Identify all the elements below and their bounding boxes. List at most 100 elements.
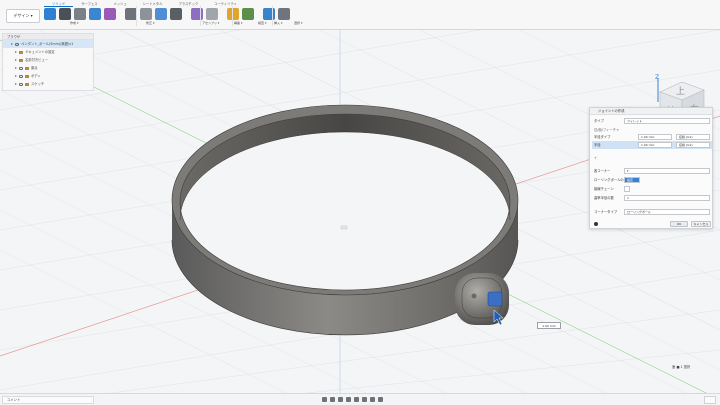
browser-item-origin[interactable]: 原点 bbox=[3, 64, 93, 72]
radius-type-label: 半径タイプ bbox=[594, 135, 611, 139]
corner-type-select[interactable]: ローリングボール bbox=[624, 209, 710, 215]
radius-label: 半径 bbox=[594, 143, 601, 147]
joint-icon[interactable] bbox=[191, 8, 203, 20]
move-icon[interactable] bbox=[170, 8, 182, 20]
revolve-icon[interactable] bbox=[89, 8, 101, 20]
browser-item-root[interactable]: ペンダント_ボール(5mm)(無題)v1 bbox=[3, 40, 93, 48]
as-built-joint-icon[interactable] bbox=[206, 8, 218, 20]
tab-solid[interactable]: ソリッド bbox=[44, 1, 74, 7]
tab-mesh[interactable]: メッシュ bbox=[105, 1, 134, 7]
group-construct[interactable]: 構築 ▾ bbox=[234, 21, 242, 25]
sweep-label: 各コーナー bbox=[594, 169, 611, 173]
folder-icon bbox=[25, 74, 29, 78]
new-component-icon[interactable] bbox=[44, 8, 56, 20]
gear-icon bbox=[19, 50, 23, 54]
expand-icon[interactable] bbox=[15, 75, 17, 77]
browser-item-sketches[interactable]: スケッチ bbox=[3, 80, 93, 88]
selection-status: 面 ■ 1 選択 bbox=[672, 365, 691, 369]
dimension-input[interactable]: 1.00 mm bbox=[537, 322, 561, 329]
fillet-dialog: ジョイントの作成 タイプ フィレット 辺/面/フィーチャ 半径タイプ 1.00 … bbox=[589, 107, 713, 229]
group-inspect[interactable]: 検査 ▾ bbox=[258, 21, 266, 25]
viewports-icon[interactable] bbox=[378, 397, 383, 402]
browser-item-label: スケッチ bbox=[31, 82, 45, 86]
toolbar-tabs: ソリッド サーフェス メッシュ シートメタル プラスチック ユーティリティ bbox=[44, 1, 245, 7]
info-icon[interactable] bbox=[594, 222, 598, 226]
plane-icon[interactable] bbox=[227, 8, 239, 20]
look-at-icon[interactable] bbox=[330, 397, 335, 402]
origin-marker bbox=[340, 225, 348, 230]
continuity-select-2[interactable]: 接線 (G1) bbox=[676, 142, 710, 148]
eye-icon[interactable] bbox=[19, 74, 23, 78]
selected-face[interactable] bbox=[487, 291, 503, 307]
select-icon[interactable] bbox=[278, 8, 290, 20]
display-settings-icon[interactable] bbox=[362, 397, 367, 402]
toolbar-divider bbox=[232, 6, 233, 26]
type-label: タイプ bbox=[594, 119, 604, 123]
radius-input[interactable]: 1.00 mm bbox=[638, 142, 672, 148]
type-select[interactable]: フィレット bbox=[624, 118, 710, 124]
hole-icon[interactable] bbox=[104, 8, 116, 20]
panel-toggle[interactable] bbox=[704, 396, 716, 404]
eye-icon[interactable] bbox=[15, 42, 19, 46]
rate-input[interactable]: 1 bbox=[624, 195, 710, 201]
tangent-label: 接線チェーン bbox=[594, 187, 614, 191]
toolbar-divider bbox=[200, 6, 201, 26]
eye-icon[interactable] bbox=[19, 66, 23, 70]
browser-item-label: 原点 bbox=[31, 66, 38, 70]
insert-image-icon[interactable] bbox=[263, 8, 275, 20]
toolbar-divider bbox=[136, 6, 137, 26]
group-assemble[interactable]: アセンブリ ▾ bbox=[202, 21, 219, 25]
group-select[interactable]: 選択 ▾ bbox=[294, 21, 302, 25]
dialog-title-text: ジョイントの作成 bbox=[598, 109, 625, 113]
eye-icon[interactable] bbox=[19, 82, 23, 86]
folder-icon bbox=[25, 82, 29, 86]
rolling-toggle[interactable]: 設定 bbox=[624, 177, 640, 183]
tab-utility[interactable]: ユーティリティ bbox=[206, 1, 245, 7]
tab-surface[interactable]: サーフェス bbox=[73, 1, 105, 7]
radius-type-input[interactable]: 1.00 mm bbox=[638, 134, 672, 140]
grid-settings-icon[interactable] bbox=[370, 397, 375, 402]
group-create[interactable]: 作成 ▾ bbox=[70, 21, 78, 25]
group-modify[interactable]: 修正 ▾ bbox=[146, 21, 154, 25]
toolbar: デザイン ▾ ソリッド サーフェス メッシュ シートメタル プラスチック ユーテ… bbox=[0, 0, 720, 30]
toolbar-divider bbox=[272, 6, 273, 26]
sweep-select[interactable]: ▾ bbox=[624, 168, 710, 174]
folder-icon bbox=[19, 58, 23, 62]
cancel-button[interactable]: キャンセル bbox=[691, 221, 711, 227]
measure-icon[interactable] bbox=[242, 8, 254, 20]
browser-item-label: ペンダント_ボール(5mm)(無題)v1 bbox=[21, 42, 74, 46]
browser-item-bodies[interactable]: ボディ bbox=[3, 72, 93, 80]
chamfer-icon[interactable] bbox=[140, 8, 152, 20]
folder-icon bbox=[25, 66, 29, 70]
continuity-select[interactable]: 接線 (G1) bbox=[676, 134, 710, 140]
pan-icon[interactable] bbox=[338, 397, 343, 402]
bottom-bar: コメント bbox=[0, 393, 720, 405]
ok-button[interactable]: OK bbox=[670, 221, 688, 227]
extrude-icon[interactable] bbox=[74, 8, 86, 20]
shell-icon[interactable] bbox=[155, 8, 167, 20]
expand-icon[interactable] bbox=[15, 59, 17, 61]
expand-icon[interactable] bbox=[11, 43, 13, 45]
svg-text:Z: Z bbox=[655, 74, 659, 81]
navigation-bar bbox=[322, 397, 383, 402]
expand-icon[interactable] bbox=[15, 67, 17, 69]
tab-sheet-metal[interactable]: シートメタル bbox=[135, 1, 171, 7]
create-sketch-icon[interactable] bbox=[59, 8, 71, 20]
svg-text:上: 上 bbox=[676, 86, 685, 97]
browser-item-named-views[interactable]: 名前付きビュー bbox=[3, 56, 93, 64]
browser-item-document-settings[interactable]: ドキュメントの設定 bbox=[3, 48, 93, 56]
fit-icon[interactable] bbox=[354, 397, 359, 402]
zoom-icon[interactable] bbox=[346, 397, 351, 402]
add-row-button[interactable]: + bbox=[594, 155, 597, 161]
browser-item-label: ボディ bbox=[31, 74, 41, 78]
group-insert[interactable]: 挿入 ▾ bbox=[274, 21, 282, 25]
tangent-checkbox[interactable] bbox=[624, 186, 630, 192]
expand-icon[interactable] bbox=[15, 51, 17, 53]
browser-panel: ブラウザ ペンダント_ボール(5mm)(無題)v1 ドキュメントの設定 名前付き… bbox=[2, 33, 94, 91]
orbit-icon[interactable] bbox=[322, 397, 327, 402]
browser-item-label: 名前付きビュー bbox=[25, 58, 49, 62]
tool-icons bbox=[44, 8, 290, 20]
expand-icon[interactable] bbox=[15, 83, 17, 85]
comments-panel[interactable]: コメント bbox=[2, 396, 94, 404]
corner-type-label: コーナータイプ bbox=[594, 210, 618, 214]
